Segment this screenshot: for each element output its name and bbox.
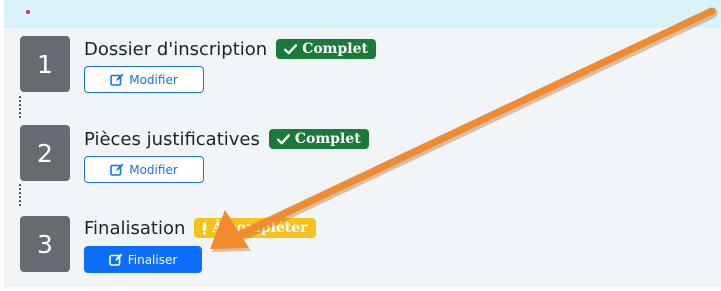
button-label: Modifier: [129, 162, 178, 177]
step-number-2: 2: [20, 125, 70, 181]
check-icon: [284, 43, 298, 55]
status-badge-label: Complet: [302, 41, 368, 57]
required-marker-icon: [26, 10, 30, 14]
exclamation-icon: [202, 222, 207, 235]
step-title-2: Pièces justificatives: [84, 128, 260, 150]
step-heading-3: Finalisation À compléter: [84, 214, 316, 242]
modifier-button[interactable]: Modifier: [84, 156, 204, 183]
status-badge-label: Complet: [294, 131, 361, 147]
status-badge-complete: Complet: [276, 39, 376, 59]
finaliser-button[interactable]: Finaliser: [84, 246, 202, 273]
step-number-3: 3: [20, 216, 70, 272]
edit-icon: [108, 253, 123, 266]
status-badge-complete: Complet: [268, 129, 369, 149]
step-number-1: 1: [20, 36, 70, 92]
step-connector: [19, 184, 21, 206]
button-label: Finaliser: [127, 252, 178, 267]
step-heading-2: Pièces justificatives Complet: [84, 125, 369, 153]
modifier-button[interactable]: Modifier: [84, 66, 204, 93]
step-title-3: Finalisation: [84, 217, 186, 239]
edit-icon: [110, 163, 124, 176]
step-heading-1: Dossier d'inscription Complet: [84, 35, 376, 63]
button-label: Modifier: [129, 72, 178, 87]
alert-banner: [4, 0, 721, 28]
check-icon: [276, 133, 290, 145]
edit-icon: [110, 73, 124, 86]
status-badge-label: À compléter: [212, 220, 308, 236]
status-badge-pending: À compléter: [194, 218, 316, 238]
step-connector: [19, 96, 21, 118]
step-title-1: Dossier d'inscription: [84, 38, 268, 60]
